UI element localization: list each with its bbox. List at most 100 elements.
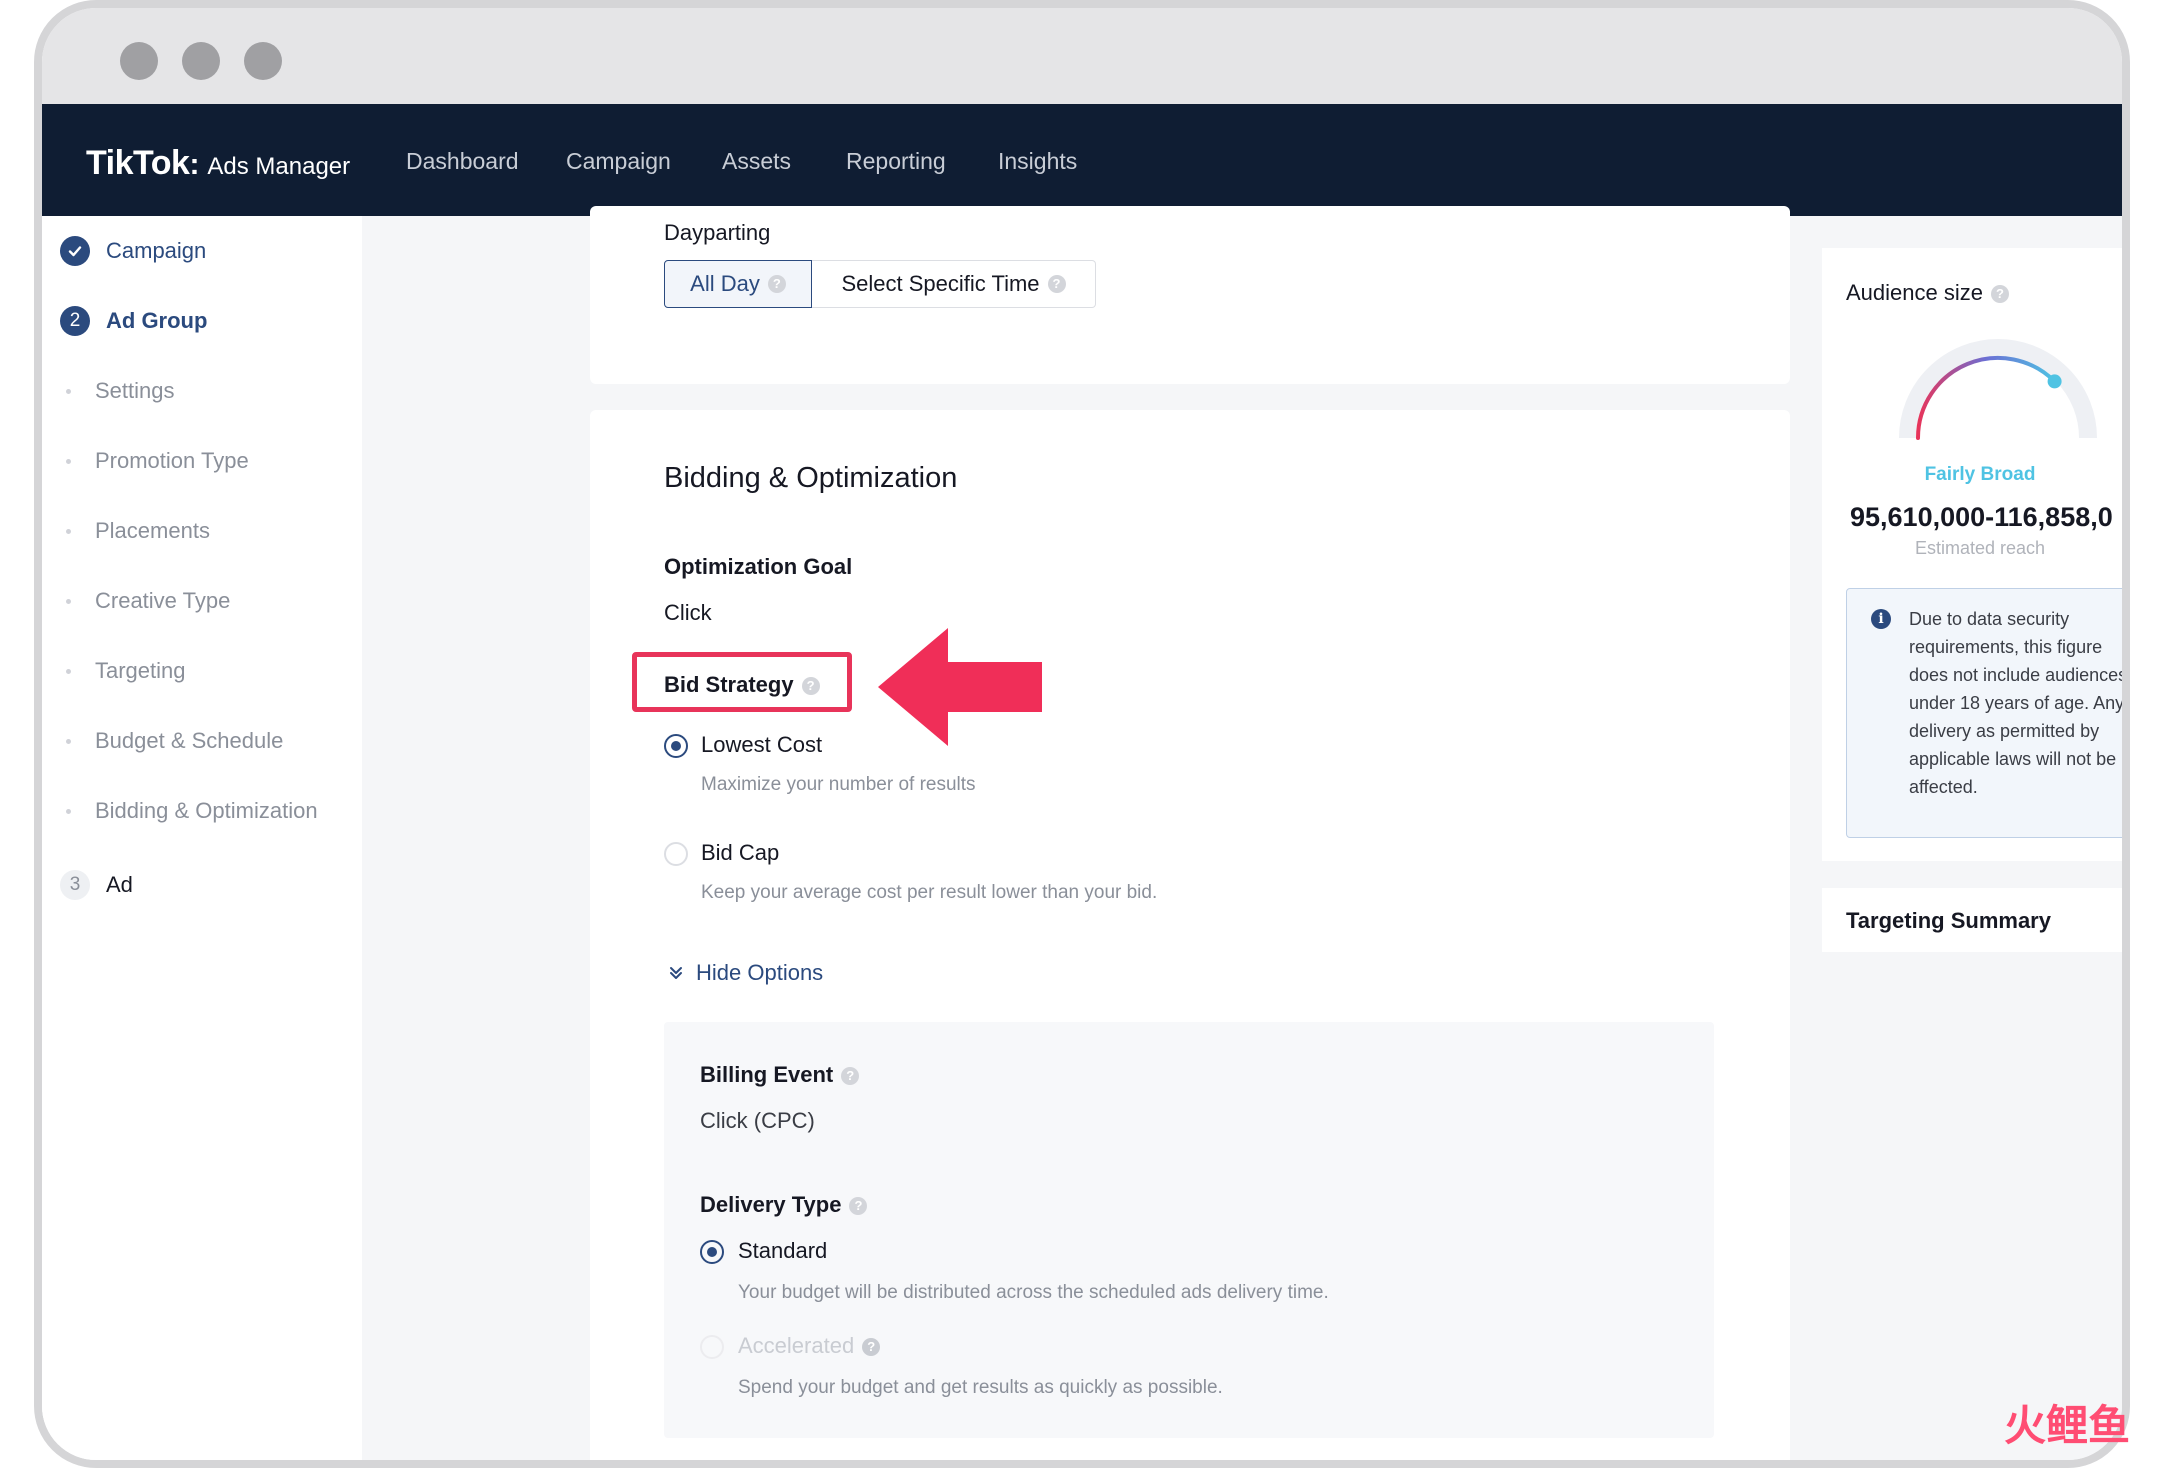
select-specific-time-option[interactable]: Select Specific Time?	[812, 260, 1096, 308]
gauge-label: Fairly Broad	[1924, 464, 2036, 485]
billing-event-label: Billing Event?	[700, 1062, 860, 1088]
info-icon: i	[1871, 609, 1891, 629]
dayparting-card: Dayparting All Day? Select Specific Time…	[590, 206, 1790, 384]
bullet	[66, 528, 71, 534]
step-label: Ad Group	[106, 308, 208, 333]
substep-targeting[interactable]: Targeting	[66, 658, 186, 684]
standard-radio[interactable]	[700, 1240, 724, 1264]
accelerated-text: Accelerated	[738, 1333, 855, 1358]
substep-settings[interactable]: Settings	[66, 378, 175, 404]
bidding-optimization-card: Bidding & Optimization Optimization Goal…	[590, 410, 1790, 1460]
step-sidebar: Campaign 2 Ad Group Settings Promotion T…	[42, 216, 362, 1460]
browser-window: TikTok: Ads Manager Dashboard Campaign A…	[34, 0, 2130, 1468]
bullet	[66, 808, 71, 814]
dayparting-label: Dayparting	[664, 220, 771, 245]
accelerated-label: Accelerated?	[738, 1333, 881, 1359]
check-icon	[60, 236, 90, 266]
main-area: Campaign 2 Ad Group Settings Promotion T…	[42, 206, 2122, 1460]
step-number: 3	[60, 870, 90, 900]
substep-label: Bidding & Optimization	[95, 798, 318, 823]
help-icon: ?	[767, 275, 786, 293]
audience-gauge	[1899, 339, 2097, 440]
window-chrome	[42, 8, 2122, 104]
bullet	[66, 388, 71, 394]
optimization-goal-label: Optimization Goal	[664, 554, 853, 579]
estimated-reach-caption: Estimated reach	[1914, 538, 2046, 558]
targeting-summary-panel[interactable]: Targeting Summary	[1822, 888, 2122, 952]
nav-dashboard[interactable]: Dashboard	[406, 148, 519, 175]
bullet	[66, 598, 71, 604]
lowest-cost-radio[interactable]	[664, 734, 688, 758]
all-day-option[interactable]: All Day?	[664, 260, 812, 308]
substep-label: Budget & Schedule	[95, 728, 284, 753]
standard-description: Your budget will be distributed across t…	[738, 1282, 1329, 1303]
tiktok-ads-manager-logo[interactable]: TikTok: Ads Manager	[86, 144, 350, 183]
bullet	[66, 668, 71, 674]
accelerated-radio	[700, 1335, 724, 1359]
nav-campaign[interactable]: Campaign	[566, 148, 671, 175]
window-close-button[interactable]	[120, 42, 158, 80]
audience-size-title: Audience size?	[1846, 280, 2009, 306]
option-label: All Day	[690, 271, 760, 296]
step-label: Campaign	[106, 238, 207, 263]
bid-cap-description: Keep your average cost per result lower …	[701, 882, 1158, 903]
delivery-type-label: Delivery Type?	[700, 1192, 868, 1218]
help-icon: ?	[1990, 285, 2009, 304]
standard-label[interactable]: Standard	[738, 1238, 827, 1264]
watermark-text: 火鲤鱼	[2004, 1401, 2131, 1450]
substep-promotion-type[interactable]: Promotion Type	[66, 448, 249, 474]
data-security-notice: i Due to data security requirements, thi…	[1846, 588, 2128, 838]
section-title: Bidding & Optimization	[664, 462, 958, 494]
help-icon: ?	[849, 1197, 868, 1216]
lowest-cost-description: Maximize your number of results	[701, 774, 976, 795]
step-number: 2	[60, 306, 90, 336]
top-navigation: TikTok: Ads Manager Dashboard Campaign A…	[42, 104, 2122, 216]
notice-text: Due to data security requirements, this …	[1909, 609, 2128, 797]
logo-product: Ads Manager	[207, 153, 351, 180]
option-label: Select Specific Time	[841, 271, 1040, 296]
hide-options-label: Hide Options	[696, 960, 824, 985]
bid-cap-label[interactable]: Bid Cap	[701, 840, 779, 866]
help-icon: ?	[841, 1067, 860, 1086]
billing-event-value: Click (CPC)	[700, 1108, 815, 1133]
audience-size-text: Audience size	[1846, 280, 1983, 305]
double-chevron-down-icon	[670, 967, 682, 979]
gauge-indicator	[2047, 374, 2062, 389]
bid-strategy-label: Bid Strategy?	[664, 672, 820, 698]
nav-insights[interactable]: Insights	[998, 148, 1077, 175]
substep-label: Targeting	[95, 658, 186, 683]
delivery-type-text: Delivery Type	[700, 1192, 842, 1217]
bullet	[66, 458, 71, 464]
estimated-reach-value: 95,610,000-116,858,0	[1850, 502, 2113, 532]
substep-label: Placements	[95, 518, 210, 543]
step-ad[interactable]: 3 Ad	[60, 870, 133, 900]
optimization-goal-value: Click	[664, 600, 712, 625]
substep-placements[interactable]: Placements	[66, 518, 210, 544]
bid-cap-radio[interactable]	[664, 842, 688, 866]
help-icon: ?	[862, 1338, 881, 1357]
nav-assets[interactable]: Assets	[722, 148, 791, 175]
bid-strategy-text: Bid Strategy	[664, 672, 794, 697]
step-ad-group[interactable]: 2 Ad Group	[60, 306, 207, 336]
substep-label: Promotion Type	[95, 448, 249, 473]
step-label: Ad	[106, 872, 133, 897]
billing-event-text: Billing Event	[700, 1062, 834, 1087]
accelerated-description: Spend your budget and get results as qui…	[738, 1377, 1223, 1398]
hide-options-toggle[interactable]: Hide Options	[668, 960, 823, 986]
audience-size-panel: Audience size? Fairly Broad 95,610,000-1…	[1822, 248, 2128, 861]
substep-budget-schedule[interactable]: Budget & Schedule	[66, 728, 283, 754]
substep-label: Creative Type	[95, 588, 231, 613]
nav-reporting[interactable]: Reporting	[846, 148, 946, 175]
substep-creative-type[interactable]: Creative Type	[66, 588, 230, 614]
help-icon: ?	[1047, 275, 1066, 293]
bullet	[66, 738, 71, 744]
substep-bidding-optimization[interactable]: Bidding & Optimization	[66, 798, 318, 824]
window-minimize-button[interactable]	[182, 42, 220, 80]
help-icon: ?	[801, 677, 820, 696]
advanced-options-panel: Billing Event? Click (CPC) Delivery Type…	[664, 1022, 1714, 1438]
step-campaign[interactable]: Campaign	[60, 236, 206, 266]
lowest-cost-label[interactable]: Lowest Cost	[701, 732, 822, 758]
logo-brand: TikTok	[86, 144, 190, 182]
window-maximize-button[interactable]	[244, 42, 282, 80]
substep-label: Settings	[95, 378, 175, 403]
